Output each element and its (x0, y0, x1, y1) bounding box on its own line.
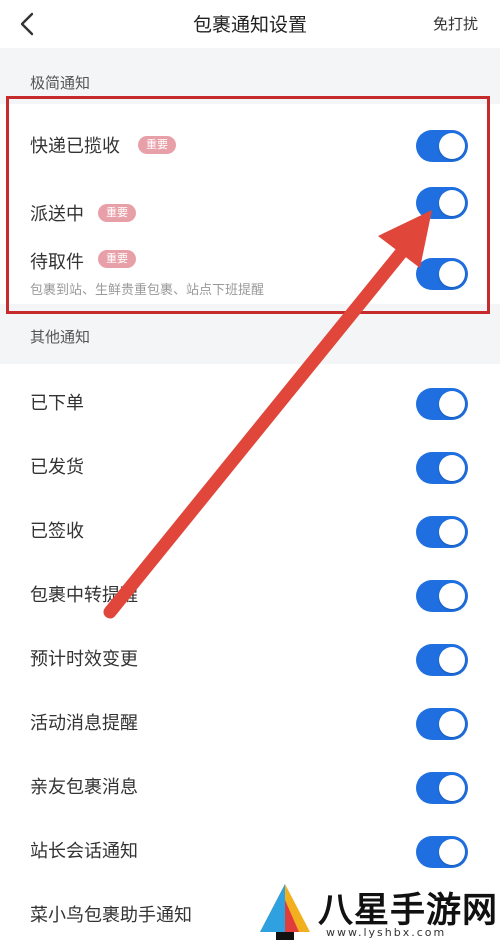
toggle-switch[interactable] (416, 516, 468, 548)
toggle-knob (439, 647, 465, 673)
setting-label: 包裹中转提醒 (30, 585, 138, 606)
watermark-logo-icon (260, 884, 310, 940)
setting-row: 亲友包裹消息 (0, 752, 500, 816)
setting-label: 已下单 (30, 393, 84, 414)
toggle-switch[interactable] (416, 772, 468, 804)
toggle-knob (439, 839, 465, 865)
setting-row: 已发货 (0, 432, 500, 496)
toggle-knob (439, 133, 465, 159)
setting-row: 预计时效变更 (0, 624, 500, 688)
setting-label: 亲友包裹消息 (30, 777, 138, 798)
watermark-url: www.lyshbx.com (324, 926, 449, 939)
setting-label: 已签收 (30, 521, 84, 542)
toggle-knob (439, 391, 465, 417)
toggle-switch[interactable] (416, 452, 468, 484)
toggle-knob (439, 583, 465, 609)
setting-row-collected: 快递已揽收 重要 (0, 104, 500, 188)
toggle-switch[interactable] (416, 644, 468, 676)
setting-label: 活动消息提醒 (30, 713, 138, 734)
site-watermark: 八星手游网 www.lyshbx.com (254, 880, 500, 945)
setting-row: 包裹中转提醒 (0, 560, 500, 624)
setting-description: 包裹到站、生鲜贵重包裹、站点下班提醒 (30, 283, 265, 298)
section-title-simple: 极简通知 (30, 74, 91, 92)
toggle-switch[interactable] (416, 258, 468, 290)
setting-row: 活动消息提醒 (0, 688, 500, 752)
toggle-knob (439, 190, 465, 216)
setting-label: 站长会话通知 (30, 841, 138, 862)
toggle-knob (439, 519, 465, 545)
setting-label: 已发货 (30, 457, 84, 478)
toggle-switch[interactable] (416, 187, 468, 219)
setting-row-delivering: 派送中 重要 (0, 187, 500, 244)
toggle-knob (439, 261, 465, 287)
simple-notification-card: 快递已揽收 重要 派送中 重要 待取件 重要 包裹到站、生鲜贵重包裹、站点下班提… (0, 104, 500, 304)
setting-label: 待取件 (30, 252, 84, 273)
important-badge: 重要 (138, 136, 176, 154)
setting-row: 已下单 (0, 368, 500, 432)
top-bar: 包裹通知设置 免打扰 (0, 0, 500, 48)
toggle-knob (439, 455, 465, 481)
important-badge: 重要 (98, 250, 136, 268)
toggle-knob (439, 711, 465, 737)
section-title-other: 其他通知 (30, 328, 91, 346)
important-badge: 重要 (98, 204, 136, 222)
setting-row-pickup: 待取件 重要 包裹到站、生鲜贵重包裹、站点下班提醒 (0, 244, 500, 304)
toggle-switch[interactable] (416, 836, 468, 868)
setting-row: 已签收 (0, 496, 500, 560)
toggle-switch[interactable] (416, 708, 468, 740)
toggle-switch[interactable] (416, 130, 468, 162)
setting-row: 站长会话通知 (0, 816, 500, 880)
setting-label: 预计时效变更 (30, 649, 138, 670)
setting-label: 菜小鸟包裹助手通知 (30, 905, 192, 926)
setting-label: 派送中 (30, 204, 84, 225)
toggle-switch[interactable] (416, 388, 468, 420)
toggle-switch[interactable] (416, 580, 468, 612)
other-notification-card: 已下单 已发货 已签收 包裹中转提醒 预计时效变更 活动消息提醒 亲友包裹消息 … (0, 364, 500, 945)
page-title: 包裹通知设置 (192, 14, 307, 36)
toggle-knob (439, 775, 465, 801)
setting-label: 快递已揽收 (30, 136, 120, 157)
do-not-disturb-button[interactable]: 免打扰 (433, 13, 478, 34)
